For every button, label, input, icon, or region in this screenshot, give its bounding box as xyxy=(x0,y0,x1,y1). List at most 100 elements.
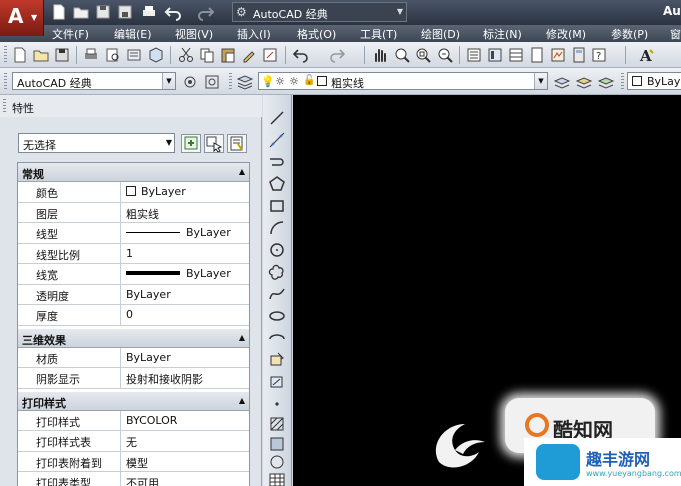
property-value[interactable]: 1 xyxy=(122,244,249,264)
property-value[interactable]: BYCOLOR xyxy=(122,411,249,431)
property-value[interactable]: 粗实线 xyxy=(122,203,249,223)
hatch-icon[interactable] xyxy=(268,415,286,433)
property-value[interactable]: ByLayer xyxy=(122,348,249,368)
zoom-previous-icon[interactable] xyxy=(436,46,454,64)
collapse-icon[interactable]: ▲ xyxy=(239,396,245,405)
table-icon[interactable] xyxy=(268,471,286,486)
quickcalc-icon[interactable] xyxy=(570,46,588,64)
polyline-icon[interactable] xyxy=(268,153,286,171)
property-row-color[interactable]: 颜色 ByLayer xyxy=(18,182,249,203)
toolbar-grip[interactable] xyxy=(621,73,624,91)
ellipse-icon[interactable] xyxy=(268,307,286,325)
property-value[interactable]: ByLayer xyxy=(122,182,249,202)
3d-dwf-icon[interactable] xyxy=(147,46,165,64)
construction-line-icon[interactable] xyxy=(268,131,286,149)
menu-view[interactable]: 视图(V) xyxy=(175,26,213,42)
property-row-transparency[interactable]: 透明度 ByLayer xyxy=(18,284,249,305)
application-menu-button[interactable]: A ▼ xyxy=(0,0,44,36)
layer-select[interactable]: 💡 ☼ ☼ 🔓 粗实线 ▼ xyxy=(258,72,548,90)
property-row-thickness[interactable]: 厚度 0 xyxy=(18,305,249,326)
rectangle-icon[interactable] xyxy=(268,197,286,215)
property-value[interactable]: 不可用 xyxy=(122,472,249,486)
collapse-icon[interactable]: ▲ xyxy=(239,333,245,342)
publish-icon[interactable] xyxy=(125,46,143,64)
section-3d-effects[interactable]: 三维效果 ▲ xyxy=(18,328,249,348)
palette-grip[interactable] xyxy=(3,99,6,113)
property-value[interactable]: ByLayer xyxy=(122,264,249,284)
property-row-plot-style[interactable]: 打印样式 BYCOLOR xyxy=(18,410,249,431)
menu-file[interactable]: 文件(F) xyxy=(52,26,89,42)
section-plot-style[interactable]: 打印样式 ▲ xyxy=(18,391,249,411)
property-value[interactable]: 0 xyxy=(122,305,249,325)
revision-cloud-icon[interactable] xyxy=(268,263,286,281)
menu-dimension[interactable]: 标注(N) xyxy=(483,26,522,42)
menu-edit[interactable]: 编辑(E) xyxy=(114,26,152,42)
pan-hand-icon[interactable] xyxy=(371,46,389,64)
redo-icon[interactable] xyxy=(197,3,215,21)
open-folder-icon[interactable] xyxy=(72,3,90,21)
design-center-icon[interactable] xyxy=(486,46,504,64)
property-row-layer[interactable]: 图层 粗实线 xyxy=(18,202,249,223)
line-icon[interactable] xyxy=(268,109,286,127)
make-current-layer-icon[interactable] xyxy=(553,73,571,91)
menu-modify[interactable]: 修改(M) xyxy=(546,26,586,42)
property-row-plot-table-type[interactable]: 打印表类型 不可用 xyxy=(18,472,249,486)
quick-select-button[interactable] xyxy=(227,134,247,153)
color-select[interactable]: ByLay xyxy=(627,72,681,90)
workspace-select[interactable]: AutoCAD 经典 ▼ xyxy=(12,72,176,90)
gradient-icon[interactable] xyxy=(268,435,286,453)
property-row-material[interactable]: 材质 ByLayer xyxy=(18,347,249,368)
select-objects-button[interactable] xyxy=(204,134,224,153)
make-block-icon[interactable] xyxy=(268,373,286,391)
copy-icon[interactable] xyxy=(198,46,216,64)
layer-previous-icon[interactable] xyxy=(575,73,593,91)
property-row-plot-table-attached[interactable]: 打印表附着到 模型 xyxy=(18,451,249,472)
tool-palettes-icon[interactable] xyxy=(507,46,525,64)
print-icon[interactable] xyxy=(82,46,100,64)
undo-icon[interactable] xyxy=(292,46,310,64)
menu-insert[interactable]: 插入(I) xyxy=(237,26,271,42)
menu-draw[interactable]: 绘图(D) xyxy=(421,26,460,42)
region-icon[interactable] xyxy=(268,453,286,471)
toolbar-grip[interactable] xyxy=(4,46,7,64)
menu-tools[interactable]: 工具(T) xyxy=(360,26,397,42)
zoom-realtime-icon[interactable] xyxy=(393,46,411,64)
properties-icon[interactable] xyxy=(465,46,483,64)
save-icon[interactable] xyxy=(94,3,112,21)
property-row-plot-style-table[interactable]: 打印样式表 无 xyxy=(18,431,249,452)
point-icon[interactable] xyxy=(268,395,286,413)
arc-icon[interactable] xyxy=(268,219,286,237)
insert-block-icon[interactable] xyxy=(268,351,286,369)
layer-state-icon[interactable] xyxy=(597,73,615,91)
text-style-icon[interactable]: A xyxy=(638,46,656,65)
collapse-icon[interactable]: ▲ xyxy=(239,167,245,176)
open-folder-icon[interactable] xyxy=(32,46,50,64)
toolbar-grip[interactable] xyxy=(229,73,232,91)
property-value[interactable]: 投射和接收阴影 xyxy=(122,368,249,388)
workspace-settings-icon[interactable] xyxy=(181,73,199,91)
toggle-pickadd-button[interactable] xyxy=(181,134,201,153)
workspace-switcher[interactable]: ⚙ AutoCAD 经典 ▼ xyxy=(232,2,407,22)
selection-select[interactable]: 无选择 ▼ xyxy=(18,133,175,153)
save-icon[interactable] xyxy=(53,46,71,64)
section-general[interactable]: 常规 ▲ xyxy=(18,163,249,182)
sheet-set-icon[interactable] xyxy=(528,46,546,64)
palette-title-bar[interactable]: 特性 xyxy=(0,95,262,117)
markup-icon[interactable] xyxy=(549,46,567,64)
redo-icon[interactable] xyxy=(328,46,346,64)
spline-icon[interactable] xyxy=(268,285,286,303)
property-value[interactable]: 模型 xyxy=(122,452,249,472)
cut-icon[interactable] xyxy=(177,46,195,64)
plot-preview-icon[interactable] xyxy=(104,46,122,64)
new-file-icon[interactable] xyxy=(50,3,68,21)
property-value[interactable]: 无 xyxy=(122,431,249,451)
circle-icon[interactable] xyxy=(268,241,286,259)
print-icon[interactable] xyxy=(140,3,158,21)
new-file-icon[interactable] xyxy=(11,46,29,64)
menu-format[interactable]: 格式(O) xyxy=(297,26,336,42)
block-editor-icon[interactable] xyxy=(261,46,279,64)
help-icon[interactable]: ? xyxy=(590,46,608,64)
workspace-save-icon[interactable] xyxy=(203,73,221,91)
save-as-icon[interactable] xyxy=(116,3,134,21)
ellipse-arc-icon[interactable] xyxy=(268,329,286,347)
